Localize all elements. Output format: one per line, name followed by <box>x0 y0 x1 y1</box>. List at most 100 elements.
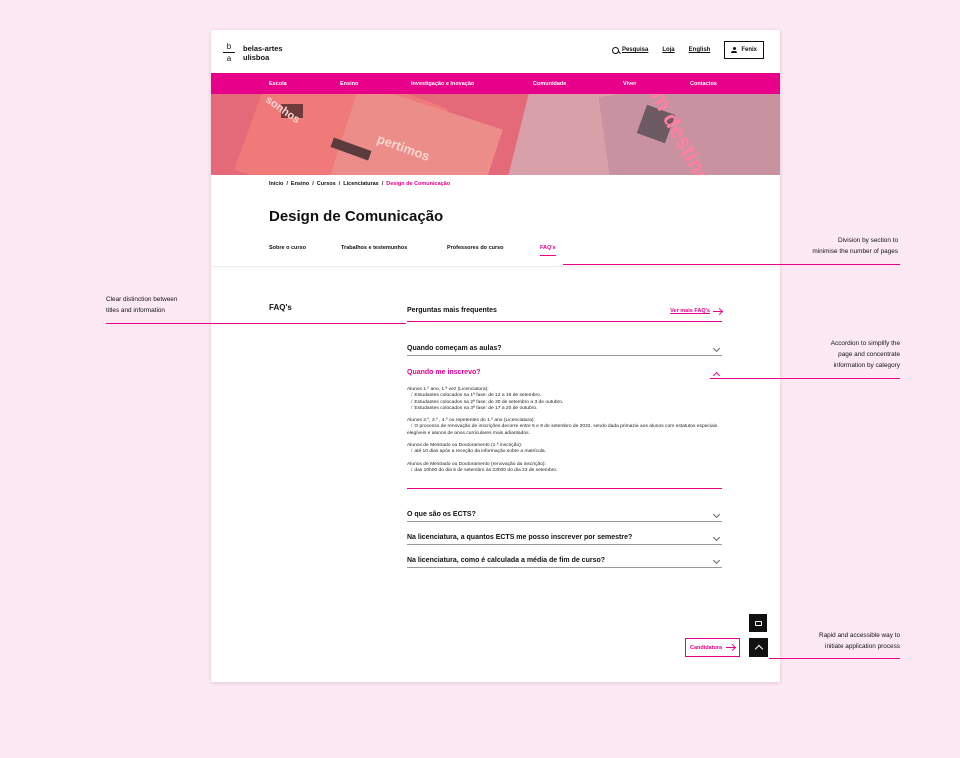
annotation-text: minimise the number of pages <box>812 248 898 255</box>
tabs-divider <box>211 266 780 267</box>
nav-item-ensino[interactable]: Ensino <box>340 81 358 87</box>
nav-item-comunidade[interactable]: Comunidade <box>533 81 566 87</box>
section-title: FAQ's <box>269 303 292 312</box>
annotation-candidatura: Rapid and accessible way to initiate app… <box>770 630 900 652</box>
language-link[interactable]: English <box>689 47 711 53</box>
faq-item[interactable]: Na licenciatura, a quantos ECTS me posso… <box>407 530 722 546</box>
bullet-slash: / <box>411 449 413 455</box>
annotation-text: information by category <box>833 362 900 369</box>
logo-line-1: belas-artes <box>243 44 283 53</box>
breadcrumb-current: Design de Comunicação <box>386 181 451 187</box>
breadcrumb-cursos[interactable]: Cursos <box>317 181 336 187</box>
nav-item-escola[interactable]: Escola <box>269 81 287 87</box>
back-to-top-button[interactable] <box>749 638 768 657</box>
breadcrumb-ensino[interactable]: Ensino <box>291 181 309 187</box>
chevron-down-icon <box>712 557 721 565</box>
logo-line-2: ulisboa <box>243 53 270 62</box>
answer-title: Alunos de Mestrado ou Doutoramento (reno… <box>407 461 546 467</box>
chevron-up-icon <box>754 644 763 654</box>
chat-icon <box>754 620 762 626</box>
see-more-faqs-link[interactable]: Ver mais FAQ's <box>670 308 722 314</box>
nav-item-contactos[interactable]: Contactos <box>690 81 717 87</box>
tab-professores-do-curso[interactable]: Professores do curso <box>447 245 504 251</box>
faq-item[interactable]: Quando começam as aulas? <box>407 341 722 356</box>
breadcrumb-licenciaturas[interactable]: Licenciaturas <box>343 181 378 187</box>
bullet-slash: / <box>411 424 413 430</box>
annotation-line <box>563 264 900 265</box>
annotation-text: Division by section to <box>837 237 898 244</box>
answer-title: Alunos 1.º ano, 1.ª vez (Licenciatura): <box>407 387 489 392</box>
see-more-label: Ver mais FAQ's <box>670 308 710 314</box>
annotation-text: page and concentrate <box>838 351 900 358</box>
annotation-accordion: Accordion to simplify the page and conce… <box>770 338 900 371</box>
header-actions: Pesquisa Loja English Fenix <box>611 41 764 59</box>
answer-line: Estudantes colocados na 1ª fase: de 12 a… <box>414 393 542 399</box>
logo-mark-bottom: a <box>226 54 232 63</box>
nav-item-viver[interactable]: Viver <box>623 81 636 87</box>
bullet-slash: / <box>411 467 413 473</box>
candidatura-button[interactable]: Candidatura <box>685 638 741 657</box>
logo-mark: b a <box>223 43 235 65</box>
faq-item[interactable]: O que são os ECTS? <box>407 507 722 523</box>
answer-title: Alunos 2.º, 3.º , 4.º ou repetentes do 1… <box>407 418 535 424</box>
tab-trabalhos-e-testemunhos[interactable]: Trabalhos e testemunhos <box>341 245 407 251</box>
answer-line: das 10h00 do dia 5 de setembro às 23h00 … <box>414 467 558 473</box>
login-button[interactable]: Fenix <box>724 41 764 59</box>
chevron-down-icon <box>712 344 721 353</box>
chevron-down-icon <box>712 534 721 542</box>
faq-item[interactable]: Na licenciatura, como é calculada a médi… <box>407 553 722 569</box>
annotation-text: Clear distinction between <box>106 296 178 303</box>
chat-button[interactable] <box>749 614 767 632</box>
faq-answer: Alunos 1.º ano, 1.ª vez (Licenciatura): … <box>407 380 722 490</box>
breadcrumb-separator: / <box>381 181 384 187</box>
breadcrumb-separator: / <box>338 181 341 187</box>
bullet-slash: / <box>411 393 413 399</box>
site-header: b a belas-artes ulisboa Pesquisa Loja En… <box>211 30 780 73</box>
faq-header: Perguntas mais frequentes Ver mais FAQ's <box>407 304 722 322</box>
bullet-slash: / <box>411 399 413 405</box>
search-label: Pesquisa <box>621 47 649 53</box>
answer-line: O processo de renovação de inscrições de… <box>407 424 718 436</box>
breadcrumb-separator: / <box>312 181 314 187</box>
nav-item-investigacao[interactable]: Investigação e Inovação <box>411 81 474 87</box>
faq-header-title: Perguntas mais frequentes <box>407 307 497 314</box>
candidatura-label: Candidatura <box>690 644 723 651</box>
answer-line: Estudantes colocados na 2ª fase: de 30 d… <box>414 399 564 405</box>
faq-item-open[interactable]: Quando me inscrevo? <box>407 365 722 380</box>
faq-accordion: Perguntas mais frequentes Ver mais FAQ's… <box>407 304 722 569</box>
answer-paragraph: Alunos 2.º, 3.º , 4.º ou repetentes do 1… <box>407 418 722 437</box>
faq-question: O que são os ECTS? <box>407 511 476 519</box>
annotation-text: titles and information <box>106 307 165 314</box>
logo-divider <box>223 52 235 53</box>
annotation-line <box>106 323 406 324</box>
section-tabs: Sobre o curso Trabalhos e testemunhos Pr… <box>269 245 739 263</box>
search-icon <box>611 46 619 54</box>
answer-line: até 10 dias após a receção da informação… <box>414 449 546 455</box>
page-card: b a belas-artes ulisboa Pesquisa Loja En… <box>211 30 780 682</box>
annotation-line <box>769 658 900 659</box>
annotation-sections: Division by section to minimise the numb… <box>760 235 898 257</box>
hero-banner: sonhos pertimos sem destino <box>211 94 780 175</box>
site-logo[interactable]: b a belas-artes ulisboa <box>223 43 293 65</box>
annotation-text: initiate application process <box>825 643 900 650</box>
tab-sobre-o-curso[interactable]: Sobre o curso <box>269 245 306 251</box>
tab-faqs[interactable]: FAQ's <box>540 245 556 256</box>
logo-text: belas-artes ulisboa <box>243 44 283 62</box>
chevron-down-icon <box>712 511 721 519</box>
login-label: Fenix <box>741 47 757 53</box>
answer-title: Alunos de Mestrado ou Doutoramento (1.ª … <box>407 443 523 449</box>
bullet-slash: / <box>411 405 413 411</box>
faq-question: Na licenciatura, como é calculada a médi… <box>407 557 606 565</box>
search-link[interactable]: Pesquisa <box>611 46 649 54</box>
annotation-text: Accordion to simplify the <box>830 340 900 347</box>
breadcrumb-inicio[interactable]: Início <box>269 181 283 187</box>
answer-paragraph: Alunos 1.º ano, 1.ª vez (Licenciatura): … <box>407 387 722 412</box>
faq-question: Quando me inscrevo? <box>407 369 481 376</box>
annotation-titles: Clear distinction between titles and inf… <box>106 294 226 316</box>
shop-link[interactable]: Loja <box>662 47 674 53</box>
breadcrumb: Início / Ensino / Cursos / Licenciaturas / Desig… <box>269 181 450 187</box>
